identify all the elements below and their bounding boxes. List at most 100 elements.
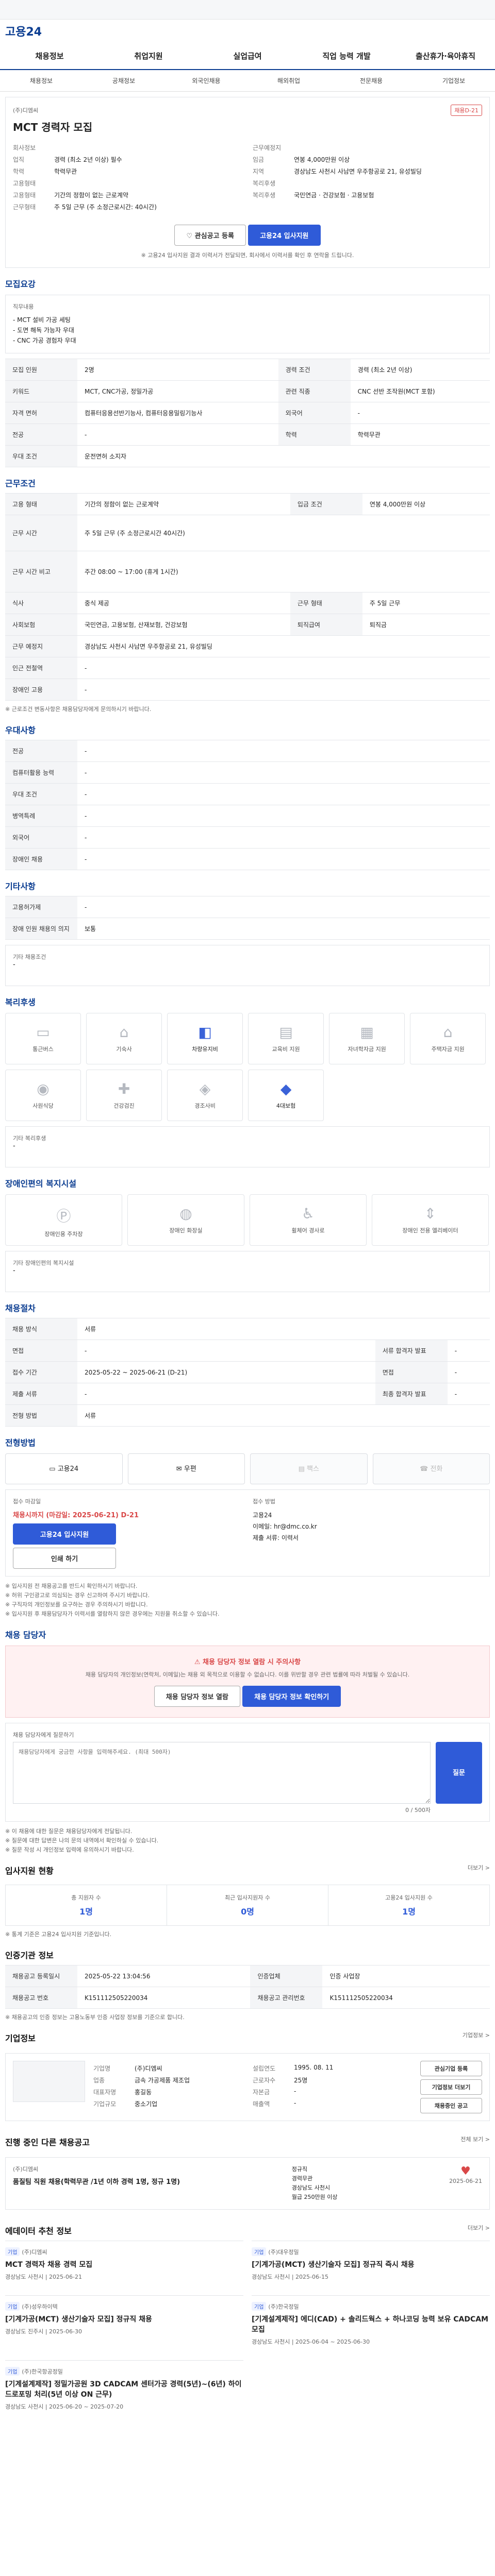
view-contact-button[interactable]: 채용 담당자 정보 열람 [154,1686,240,1707]
recommend-item[interactable]: 기업 (주)성우하이텍 [기계가공(MCT) 생산기술자 모집] 정규직 채용 경상남… [5,2295,243,2352]
stat-value: 1명 [402,1907,416,1917]
table-header: 제출 서류 [5,1383,77,1405]
company-name[interactable]: (주)디엠씨 [13,106,38,114]
benefit-label: 사원식당 [32,1103,54,1109]
similar-deadline: 2025-06-21 [449,2178,482,2184]
benefit-label: 자녀학자금 지원 [348,1046,386,1053]
rec-title[interactable]: [기계설계제작] 에디(CAD) + 솔리드웍스 + 하나코딩 능력 보유 CA… [252,2314,490,2334]
nav-item[interactable]: 취업지원 [99,50,198,61]
recommend-item[interactable]: 기업 (주)대우정밀 [기계가공(MCT) 생산기술자 모집] 정규직 즉시 채용 경… [252,2241,490,2287]
subnav-item[interactable]: 해외취업 [248,76,330,85]
table-cell: - [77,740,490,762]
company-more-link[interactable]: 기업정보 > [463,2031,490,2039]
stat-value: 1명 [79,1907,93,1917]
warning-icon: ⚠ [194,1658,203,1666]
top-bar [0,0,495,20]
benefit-label: 건강검진 [113,1103,135,1109]
apply-button-2[interactable]: 고용24 입사지원 [13,1523,116,1545]
heart-icon: ♡ [186,232,195,240]
disability-label: 장애인용 주차장 [44,1231,83,1238]
similar-job-card[interactable]: (주)디엠씨 품질팀 직원 채용(학력무관 /1년 이하 경력 1명, 정규 1… [5,2157,490,2210]
table-row: 고용 형태 기간의 정함이 없는 근로계약 입금 조건 연봉 4,000만원 이상 [5,493,490,515]
table-row: 우대 조건 - [5,783,490,805]
rec-title[interactable]: MCT 경력자 채용 경력 모집 [5,2259,243,2269]
nav-item[interactable]: 채용정보 [0,50,99,61]
rec-title[interactable]: [기계설계제작] 정밀가공원 3D CADCAM 센터가공 경력(5년)~(6년… [5,2379,243,2399]
deadline-badge: 채용D-21 [451,105,482,116]
question-input[interactable] [13,1742,431,1804]
company-jobs-button[interactable]: 채용중인 공고 [420,2098,482,2113]
mail-icon: ✉ [176,1465,184,1473]
table-cell: - [350,402,490,424]
job-title: MCT 경력자 모집 [13,121,93,133]
apply-button[interactable]: 고용24 입사지원 [248,225,321,246]
section-title-contact: 채용 담당자 [5,1630,46,1640]
table-cell: - [447,1340,490,1362]
section-title-benefits: 복리후생 [5,997,36,1007]
recommend-item[interactable]: 기업 (주)한국항공정밀 [기계설계제작] 정밀가공원 3D CADCAM 센터가공… [5,2360,243,2417]
rec-title[interactable]: [기계가공(MCT) 생산기술자 모집] 정규직 즉시 채용 [252,2259,490,2269]
table-cell: MCT, CNC가공, 정밀가공 [77,380,278,402]
section-title-company: 기업정보 [5,2033,36,2043]
stats-more-link[interactable]: 더보기 > [468,1863,490,1872]
company-tag: 기업 [5,2302,20,2311]
recommend-item[interactable]: 기업 (주)디엠씨 MCT 경력자 채용 경력 모집 경상남도 사천시 | 2025-… [5,2241,243,2287]
table-row: 채용 방식 서류 [5,1318,490,1340]
subnav-item[interactable]: 공채정보 [82,76,165,85]
table-header: 퇴직급여 [290,614,362,636]
kv-label: 근무형태 [13,204,36,211]
nav-item[interactable]: 실업급여 [198,50,297,61]
contact-notice-box: ⚠ 채용 담당자 정보 열람 시 주의사항 채용 담당자의 개인정보(연락처, … [5,1646,490,1718]
subnav-item[interactable]: 채용정보 [0,76,82,85]
disability-label: 장애인 화장실 [169,1227,203,1234]
company-detail-button[interactable]: 기업정보 더보기 [420,2079,482,2095]
table-cell: 경력 (최소 2년 이상) [350,359,490,381]
table-row: 외국어 - [5,826,490,849]
rec-company: (주)한국항공정밀 [22,2368,63,2375]
site-logo[interactable]: 고용24 [0,20,495,42]
rec-title[interactable]: [기계가공(MCT) 생산기술자 모집] 정규직 채용 [5,2314,243,2324]
subnav-item[interactable]: 외국인채용 [165,76,248,85]
subnav-item[interactable]: 기업정보 [412,76,495,85]
nav-item[interactable]: 출산휴가·육아휴직 [396,50,495,61]
table-row: 장애 인원 채용의 의지 보통 [5,918,490,940]
section-title-welfare: 우대사항 [5,725,36,735]
section-title-reg: 인증기관 정보 [5,1951,54,1960]
duty-label: 직무내용 [13,303,34,310]
section-title-similar: 진행 중인 다른 채용공고 [5,2138,90,2147]
send-question-button[interactable]: 질문 [436,1742,482,1804]
nav-item[interactable]: 직업 능력 개발 [297,50,396,61]
disability-item: ♿ 휠체어 경사로 [250,1194,367,1246]
reg-table: 채용공고 등록일시 2025-05-22 13:04:56 인증업체 인증 사업장 채… [5,1965,490,2009]
save-job-button[interactable]: ♡ 관심공고 등록 [174,225,246,246]
print-button[interactable]: 인쇄 하기 [13,1548,116,1569]
similar-tag: 정규직 [291,2166,308,2173]
kv-value [54,179,242,188]
table-header: 식사 [5,592,77,614]
confirm-contact-button[interactable]: 채용 담당자 정보 확인하기 [242,1686,341,1707]
recommend-more-link[interactable]: 더보기 > [468,2224,490,2232]
table-header: 채용 방식 [5,1318,77,1340]
benefit-label: 교육비 지원 [272,1046,300,1053]
benefit-etc-label: 기타 복리후생 [13,1135,46,1142]
similar-job-title[interactable]: 품질팀 직원 채용(학력무관 /1년 이하 경력 1명, 정규 1명) [13,2176,180,2186]
table-cell: 퇴직금 [362,614,490,636]
table-cell: K151112505220034 [77,1987,251,2009]
bookmark-icon[interactable]: ♥ [449,2165,482,2178]
food-icon: ◉ [37,1080,50,1097]
table-row: 접수 기간 2025-05-22 ~ 2025-06-21 (D-21) 면접 - [5,1361,490,1383]
table-row: 우대 조건 운전면허 소지자 [5,445,490,467]
similar-more-link[interactable]: 전체 보기 > [460,2135,490,2143]
benefit-label: 차량유지비 [192,1046,218,1053]
kv-value: 중소기업 [135,2100,158,2108]
table-header: 모집 인원 [5,359,77,381]
bus-icon: ▭ [36,1024,50,1041]
benefit-item: ▤ 교육비 지원 [248,1013,324,1064]
recommend-item[interactable]: 기업 (주)한국정밀 [기계설계제작] 에디(CAD) + 솔리드웍스 + 하나코딩… [252,2295,490,2352]
method-item: ▭ 고용24 [5,1453,123,1484]
company-follow-button[interactable]: 관심기업 등록 [420,2061,482,2076]
table-row: 채용공고 번호 K151112505220034 채용공고 관리번호 K1511125… [5,1987,490,2009]
table-cell: 서류 [77,1318,490,1340]
table-header: 서류 합격자 발표 [375,1340,448,1362]
subnav-item[interactable]: 전문채용 [330,76,412,85]
